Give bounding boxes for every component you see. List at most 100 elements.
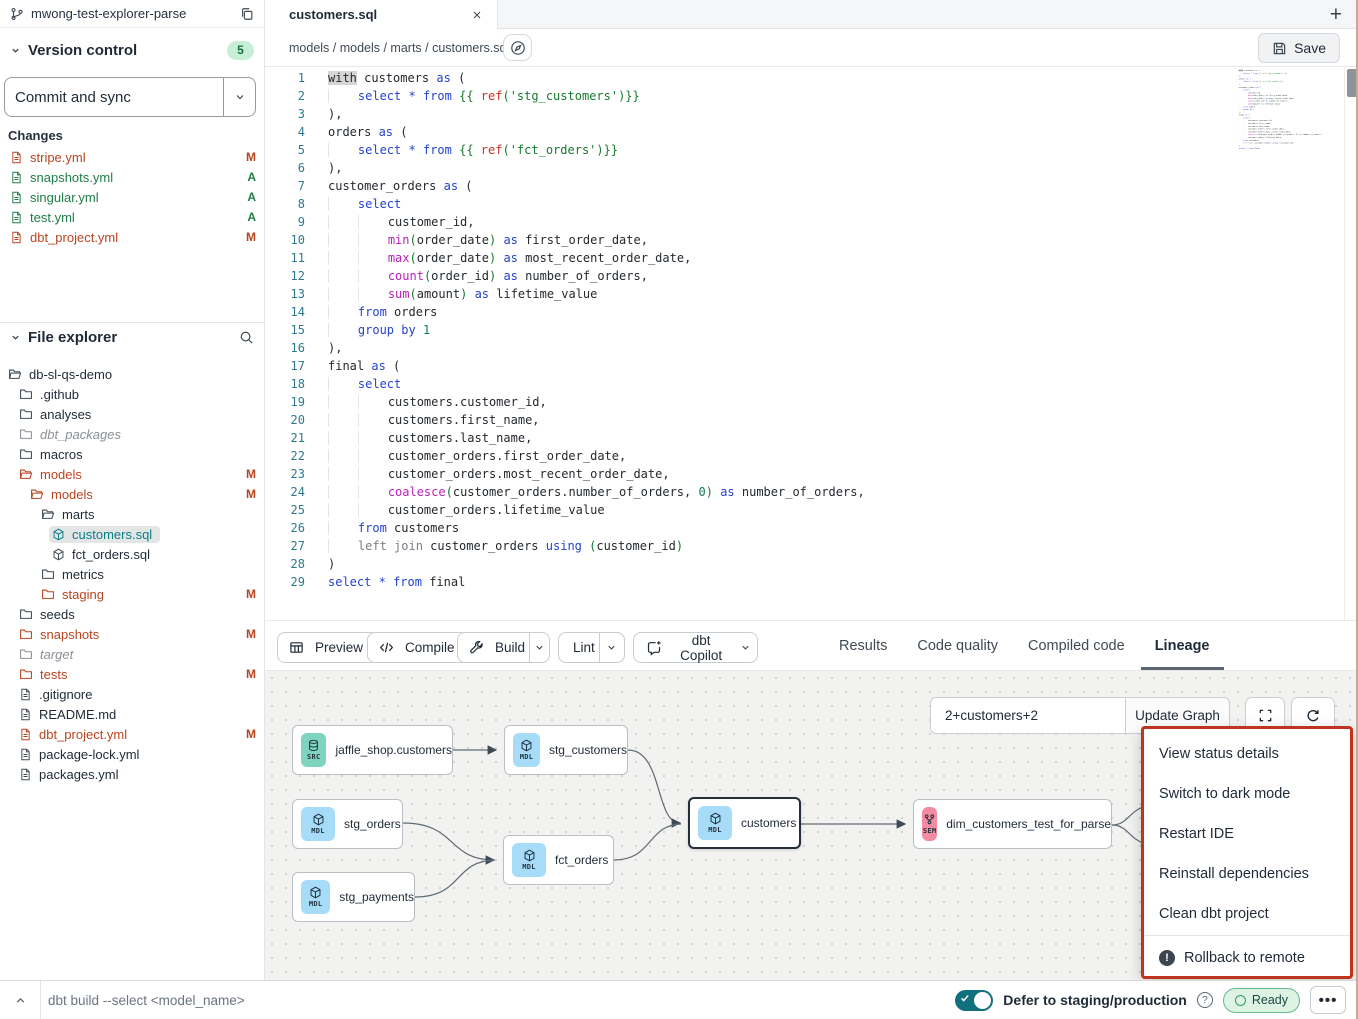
file-tree-item-tests[interactable]: testsM: [0, 664, 264, 684]
lint-dropdown-chevron-icon[interactable]: [600, 633, 624, 662]
commit-and-sync-button[interactable]: Commit and sync: [4, 77, 256, 117]
help-icon[interactable]: ?: [1197, 992, 1213, 1008]
change-row[interactable]: dbt_project.ymlM: [0, 227, 264, 247]
code-line[interactable]: 8 select: [265, 195, 865, 213]
code-line[interactable]: 6),: [265, 159, 865, 177]
tab-compiled-code[interactable]: Compiled code: [1028, 621, 1125, 670]
code-line[interactable]: 26 from customers: [265, 519, 865, 537]
code-line[interactable]: 10 min(order_date) as first_order_date,: [265, 231, 865, 249]
file-tree-item-dbt-packages[interactable]: dbt_packages: [0, 424, 264, 444]
save-button[interactable]: Save: [1258, 33, 1340, 63]
compile-button[interactable]: Compile: [367, 632, 471, 663]
copy-icon[interactable]: [240, 7, 254, 21]
code-line[interactable]: 15 group by 1: [265, 321, 865, 339]
defer-toggle[interactable]: [955, 990, 993, 1011]
file-tree-item--gitignore[interactable]: .gitignore: [0, 684, 264, 704]
code-line[interactable]: 9 customer_id,: [265, 213, 865, 231]
lint-button[interactable]: Lint: [559, 640, 599, 655]
code-line[interactable]: 21 customers.last_name,: [265, 429, 865, 447]
file-tree-item-dbt-project-yml[interactable]: dbt_project.ymlM: [0, 724, 264, 744]
code-line[interactable]: 3),: [265, 105, 865, 123]
code-line[interactable]: 23 customer_orders.most_recent_order_dat…: [265, 465, 865, 483]
code-line[interactable]: 22 customer_orders.first_order_date,: [265, 447, 865, 465]
lineage-node-customers[interactable]: MDLcustomers: [688, 797, 801, 849]
change-row[interactable]: singular.ymlA: [0, 187, 264, 207]
tab-results[interactable]: Results: [839, 621, 887, 670]
code-line[interactable]: 27 left join customer_orders using (cust…: [265, 537, 865, 555]
file-tree-item-readme-md[interactable]: README.md: [0, 704, 264, 724]
tab-code-quality[interactable]: Code quality: [917, 621, 998, 670]
file-explorer-header[interactable]: File explorer: [0, 325, 264, 349]
lineage-node-fct-orders[interactable]: MDLfct_orders: [503, 835, 614, 885]
file-tree-item-target[interactable]: target: [0, 644, 264, 664]
file-tree-item-seeds[interactable]: seeds: [0, 604, 264, 624]
change-row[interactable]: snapshots.ymlA: [0, 167, 264, 187]
code-line[interactable]: 16),: [265, 339, 865, 357]
lineage-node-jaffle-shop-customers[interactable]: SRCjaffle_shop.customers: [292, 725, 453, 775]
file-tree-item-snapshots[interactable]: snapshotsM: [0, 624, 264, 644]
code-line[interactable]: 1with customers as (: [265, 69, 865, 87]
code-line[interactable]: 17final as (: [265, 357, 865, 375]
build-button[interactable]: Build: [458, 640, 529, 655]
file-tree-item-fct-orders-sql[interactable]: fct_orders.sql: [0, 544, 264, 564]
change-row[interactable]: stripe.ymlM: [0, 147, 264, 167]
code-line[interactable]: 5 select * from {{ ref('fct_orders')}}: [265, 141, 865, 159]
code-line[interactable]: 29select * from final: [265, 573, 865, 591]
dbt-command-input[interactable]: [48, 981, 648, 1019]
close-icon[interactable]: [471, 9, 483, 21]
file-tree-item-marts[interactable]: marts: [0, 504, 264, 524]
file-tree-item-db-sl-qs-demo[interactable]: db-sl-qs-demo: [0, 364, 264, 384]
status-badge[interactable]: Ready: [1223, 988, 1300, 1013]
code-line[interactable]: 14 from orders: [265, 303, 865, 321]
menu-item-reinstall-dependencies[interactable]: Reinstall dependencies: [1144, 854, 1350, 894]
lineage-selector-input[interactable]: [930, 697, 1126, 734]
file-tree-item-packages-yml[interactable]: packages.yml: [0, 764, 264, 784]
lineage-canvas[interactable]: SRCjaffle_shop.customers MDLstg_customers…: [265, 671, 1358, 980]
preview-button[interactable]: Preview: [277, 632, 379, 663]
code-line[interactable]: 20 customers.first_name,: [265, 411, 865, 429]
code-line[interactable]: 29select * from final: [1235, 147, 1341, 150]
commit-dropdown-chevron-icon[interactable]: [224, 91, 255, 103]
copilot-dropdown-chevron-icon[interactable]: [733, 633, 757, 662]
version-control-header[interactable]: Version control 5: [0, 38, 264, 62]
tab-lineage[interactable]: Lineage: [1155, 621, 1210, 670]
file-tree-item-analyses[interactable]: analyses: [0, 404, 264, 424]
menu-item-rollback-to-remote[interactable]: !Rollback to remote: [1144, 937, 1350, 979]
more-options-button[interactable]: •••: [1310, 986, 1346, 1014]
code-line[interactable]: 2 select * from {{ ref('stg_customers')}…: [265, 87, 865, 105]
code-editor[interactable]: 1with customers as (2 select * from {{ r…: [265, 67, 1358, 621]
file-tree-item-staging[interactable]: stagingM: [0, 584, 264, 604]
search-icon[interactable]: [239, 330, 254, 345]
file-tree-item-customers-sql[interactable]: customers.sql: [0, 524, 264, 544]
menu-item-view-status-details[interactable]: View status details: [1144, 734, 1350, 774]
code-line[interactable]: 7customer_orders as (: [265, 177, 865, 195]
code-line[interactable]: 4orders as (: [265, 123, 865, 141]
change-row[interactable]: test.ymlA: [0, 207, 264, 227]
code-line[interactable]: 19 customers.customer_id,: [265, 393, 865, 411]
dbt-copilot-button[interactable]: dbt Copilot: [633, 632, 758, 663]
lineage-node-stg-payments[interactable]: MDLstg_payments: [292, 872, 415, 922]
code-lines[interactable]: 1with customers as (2 select * from {{ r…: [265, 69, 865, 591]
code-line[interactable]: 18 select: [265, 375, 865, 393]
file-tree-item-package-lock-yml[interactable]: package-lock.yml: [0, 744, 264, 764]
branch-row[interactable]: mwong-test-explorer-parse: [0, 0, 264, 28]
lineage-node-stg-orders[interactable]: MDLstg_orders: [292, 799, 403, 849]
file-tree-item--github[interactable]: .github: [0, 384, 264, 404]
lineage-node-stg-customers[interactable]: MDLstg_customers: [504, 725, 628, 775]
code-line[interactable]: 13 sum(amount) as lifetime_value: [265, 285, 865, 303]
code-line[interactable]: 11 max(order_date) as most_recent_order_…: [265, 249, 865, 267]
compass-navigate-button[interactable]: [503, 34, 532, 61]
file-tree-item-macros[interactable]: macros: [0, 444, 264, 464]
file-tree-item-models[interactable]: modelsM: [0, 484, 264, 504]
new-tab-button[interactable]: +: [1330, 0, 1342, 29]
menu-item-clean-dbt-project[interactable]: Clean dbt project: [1144, 894, 1350, 934]
code-line[interactable]: 12 count(order_id) as number_of_orders,: [265, 267, 865, 285]
chevron-up-icon[interactable]: [14, 981, 27, 1019]
code-line[interactable]: 25 customer_orders.lifetime_value: [265, 501, 865, 519]
menu-item-switch-to-dark-mode[interactable]: Switch to dark mode: [1144, 774, 1350, 814]
file-tree-item-metrics[interactable]: metrics: [0, 564, 264, 584]
menu-item-restart-ide[interactable]: Restart IDE: [1144, 814, 1350, 854]
build-dropdown-chevron-icon[interactable]: [530, 633, 549, 662]
code-line[interactable]: 24 coalesce(customer_orders.number_of_or…: [265, 483, 865, 501]
tab-customers-sql[interactable]: customers.sql: [265, 0, 498, 29]
